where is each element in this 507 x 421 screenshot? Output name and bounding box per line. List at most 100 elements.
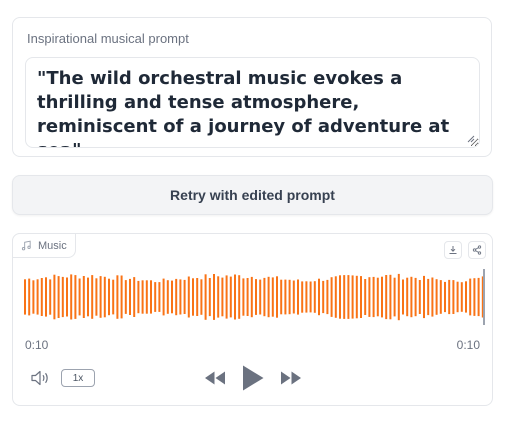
- waveform-bar: [162, 278, 165, 316]
- waveform-bar: [171, 280, 173, 314]
- waveform-bar: [372, 276, 375, 318]
- waveform-bar: [66, 277, 68, 317]
- waveform-bar: [418, 280, 421, 314]
- waveform-bar: [108, 278, 110, 316]
- waveform-bar: [271, 277, 274, 317]
- waveform-bar: [351, 275, 354, 319]
- playback-speed-label: 1x: [72, 372, 84, 384]
- waveform-bar: [129, 278, 131, 315]
- prompt-text[interactable]: "The wild orchestral music evokes a thri…: [37, 68, 449, 147]
- waveform-bar: [250, 276, 253, 318]
- waveform-bar: [280, 279, 283, 315]
- prompt-textarea[interactable]: "The wild orchestral music evokes a thri…: [25, 57, 480, 148]
- waveform-bar: [221, 277, 224, 317]
- prompt-label: Inspirational musical prompt: [27, 31, 189, 46]
- waveform-bar: [423, 275, 425, 319]
- volume-button[interactable]: [30, 368, 52, 388]
- waveform-bar: [376, 277, 379, 317]
- waveform-bar: [381, 276, 383, 318]
- waveform-bar: [204, 274, 207, 320]
- waveform-bar: [465, 281, 467, 313]
- waveform-bar: [318, 278, 320, 316]
- waveform-bar: [229, 276, 232, 318]
- waveform-bar: [410, 276, 413, 318]
- waveform-bar: [154, 282, 157, 312]
- waveform-bar: [452, 280, 455, 314]
- volume-icon: [31, 370, 48, 386]
- waveform-bar: [112, 279, 115, 315]
- waveform-bar: [57, 276, 60, 318]
- download-button[interactable]: [444, 241, 462, 259]
- playhead[interactable]: [483, 269, 485, 325]
- share-icon: [472, 245, 482, 255]
- audio-player: Music 0:10 0:10 1x: [12, 233, 493, 406]
- prompt-panel: Inspirational musical prompt "The wild o…: [12, 17, 492, 157]
- playback-speed-button[interactable]: 1x: [61, 369, 95, 387]
- waveform-bar: [116, 275, 119, 319]
- waveform-bar: [103, 276, 106, 318]
- waveform-bar: [166, 280, 169, 314]
- waveform-bar: [24, 279, 26, 315]
- waveform-bar: [360, 276, 362, 318]
- waveform-bar: [355, 275, 358, 319]
- waveform-bar: [326, 279, 329, 315]
- waveform-bar: [393, 277, 396, 317]
- waveform-bar: [364, 279, 367, 315]
- waveform-bar: [82, 276, 85, 318]
- waveform-bar: [477, 277, 480, 317]
- audio-label: Music: [38, 239, 67, 252]
- waveform-bar: [40, 278, 43, 316]
- waveform-bar: [259, 279, 262, 315]
- resize-grip-icon[interactable]: [467, 135, 475, 143]
- waveform-bar: [141, 280, 144, 314]
- waveform-bar: [284, 279, 287, 315]
- waveform-bar: [435, 279, 438, 315]
- waveform-bar: [213, 274, 215, 320]
- share-button[interactable]: [468, 241, 486, 259]
- waveform-bar: [334, 276, 337, 318]
- waveform-bar: [32, 280, 35, 314]
- waveform-bar: [347, 275, 350, 319]
- waveform-bar: [343, 275, 346, 319]
- waveform-bar: [322, 280, 325, 314]
- waveform-bar: [179, 279, 182, 315]
- waveform-bar: [234, 274, 236, 320]
- waveform-bar: [95, 278, 98, 316]
- waveform-bar: [133, 277, 136, 317]
- waveform-bar: [263, 277, 266, 317]
- waveform-bar: [301, 281, 304, 313]
- waveform-bar: [53, 274, 56, 320]
- retry-button[interactable]: Retry with edited prompt: [12, 175, 493, 215]
- waveform-bar: [305, 281, 308, 313]
- rewind-icon: [205, 371, 225, 385]
- waveform-bar: [99, 276, 102, 318]
- waveform-bar: [145, 280, 148, 314]
- waveform-bar: [385, 275, 388, 320]
- waveform-bar: [225, 275, 228, 319]
- waveform-bar: [217, 276, 220, 318]
- waveform-bar: [187, 276, 190, 318]
- waveform-bar: [414, 277, 417, 317]
- waveform-bar: [339, 275, 341, 319]
- waveform-bar: [192, 278, 194, 316]
- rewind-button[interactable]: [203, 370, 227, 386]
- waveform-bar: [158, 282, 161, 312]
- waveform-bar: [427, 278, 430, 316]
- waveform-bar: [120, 275, 123, 319]
- waveform[interactable]: [23, 269, 485, 325]
- waveform-bar: [288, 279, 291, 315]
- waveform-bar: [183, 279, 186, 314]
- waveform-bar: [49, 279, 52, 315]
- waveform-bar: [473, 278, 476, 316]
- waveform-bar: [87, 277, 89, 317]
- waveform-bar: [28, 278, 31, 316]
- waveform-bar: [309, 281, 312, 313]
- waveform-bar: [469, 278, 472, 316]
- waveform-bar: [124, 280, 127, 314]
- play-button[interactable]: [241, 364, 265, 392]
- waveform-bar: [255, 279, 257, 315]
- waveform-bar: [460, 282, 463, 312]
- waveform-bar: [61, 276, 64, 318]
- fast-forward-button[interactable]: [279, 370, 303, 386]
- waveform-bar: [137, 280, 140, 314]
